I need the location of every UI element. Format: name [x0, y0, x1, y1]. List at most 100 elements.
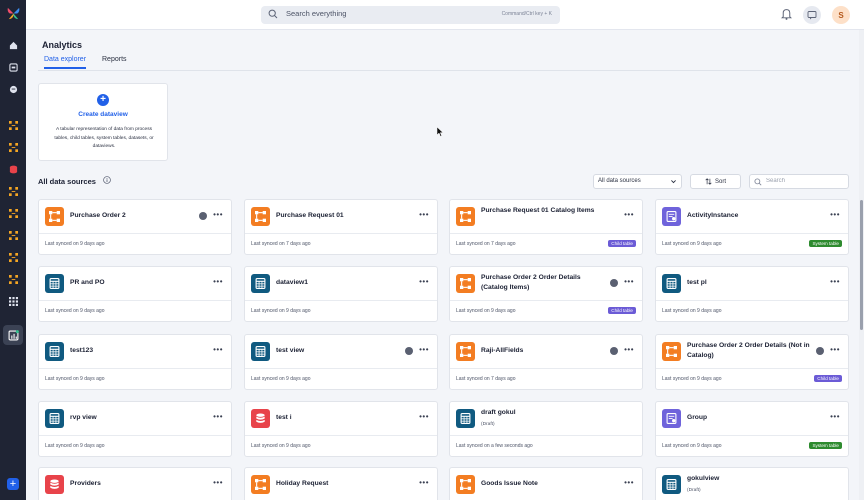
data-source-name[interactable]: Providers — [70, 479, 195, 489]
more-options-icon[interactable]: ••• — [830, 211, 840, 219]
data-source-name[interactable]: test pl — [687, 278, 812, 288]
create-dataview-title: Create dataview — [78, 111, 128, 118]
data-source-name[interactable]: Holiday Request — [276, 479, 401, 489]
card-divider — [656, 300, 848, 301]
data-source-name[interactable]: gokulview — [687, 474, 812, 484]
data-source-card[interactable]: draft gokul (Draft) Last synced on a few s… — [449, 401, 643, 457]
more-options-icon[interactable]: ••• — [213, 346, 223, 354]
data-source-name[interactable]: Purchase Order 2 Order Details (Not in C… — [687, 341, 812, 361]
source-search[interactable] — [749, 174, 849, 189]
card-divider — [656, 233, 848, 234]
sort-button[interactable]: Sort — [690, 174, 741, 189]
more-options-icon[interactable]: ••• — [213, 278, 223, 286]
data-source-card[interactable]: Group ••• Last synced on 9 days ago System … — [655, 401, 849, 457]
source-search-input[interactable] — [766, 178, 846, 184]
data-source-card[interactable]: test i ••• Last synced on 9 days ago — [244, 401, 438, 457]
data-source-card[interactable]: rvp view ••• Last synced on 9 days ago — [38, 401, 232, 457]
messages-button[interactable] — [803, 6, 821, 24]
data-source-card[interactable]: gokulview (Draft) — [655, 467, 849, 500]
chat-bubble-icon[interactable] — [5, 81, 21, 97]
data-source-name[interactable]: Purchase Order 2 Order Details (Catalog … — [481, 273, 606, 293]
last-synced-text: Last synced on 7 days ago — [456, 376, 516, 382]
process-icon[interactable] — [5, 183, 21, 199]
user-avatar[interactable]: S — [832, 6, 850, 24]
more-options-icon[interactable]: ••• — [419, 278, 429, 286]
dashboard-icon[interactable] — [5, 59, 21, 75]
data-source-name[interactable]: rvp view — [70, 413, 195, 423]
data-source-name[interactable]: dataview1 — [276, 278, 401, 288]
data-source-name[interactable]: test i — [276, 413, 401, 423]
data-source-name[interactable]: PR and PO — [70, 278, 195, 288]
more-options-icon[interactable]: ••• — [213, 479, 223, 487]
create-dataview-card[interactable]: + Create dataview A tabular representati… — [38, 83, 168, 161]
more-options-icon[interactable]: ••• — [419, 346, 429, 354]
data-source-card[interactable]: Holiday Request ••• — [244, 467, 438, 500]
data-source-filter[interactable]: All data sources — [593, 174, 682, 189]
dataset-icon[interactable] — [5, 161, 21, 177]
tab-data-explorer[interactable]: Data explorer — [44, 56, 87, 69]
data-source-name[interactable]: ActivityInstance — [687, 211, 812, 221]
top-bar: Search everything Command/Ctrl key + K S — [26, 0, 864, 30]
data-source-name[interactable]: Goods Issue Note — [481, 479, 606, 489]
data-source-card[interactable]: Goods Issue Note ••• — [449, 467, 643, 500]
process-icon — [456, 207, 475, 226]
data-source-card[interactable]: test view ••• Last synced on 9 days ago — [244, 334, 438, 390]
home-icon[interactable] — [5, 37, 21, 53]
data-source-card[interactable]: Purchase Order 2 Order Details (Catalog … — [449, 266, 643, 322]
process-icon — [45, 207, 64, 226]
data-source-card[interactable]: test123 ••• Last synced on 9 days ago — [38, 334, 232, 390]
more-options-icon[interactable]: ••• — [213, 211, 223, 219]
data-source-card[interactable]: Purchase Order 2 Order Details (Not in C… — [655, 334, 849, 390]
more-options-icon[interactable]: ••• — [213, 413, 223, 421]
system-table-icon — [662, 409, 681, 428]
bell-icon[interactable] — [781, 8, 792, 20]
data-source-name[interactable]: Group — [687, 413, 812, 423]
data-source-name[interactable]: Raji-AllFields — [481, 346, 606, 356]
data-source-card[interactable]: Purchase Request 01 ••• Last synced on 7 d… — [244, 199, 438, 255]
analytics-icon[interactable] — [3, 325, 23, 345]
data-source-card[interactable]: Purchase Order 2 ••• Last synced on 9 days… — [38, 199, 232, 255]
more-options-icon[interactable]: ••• — [830, 278, 840, 286]
data-source-card[interactable]: Raji-AllFields ••• Last synced on 7 days a… — [449, 334, 643, 390]
brand-logo[interactable] — [6, 6, 21, 21]
data-source-card[interactable]: test pl ••• Last synced on 9 days ago — [655, 266, 849, 322]
process-icon[interactable] — [5, 249, 21, 265]
data-source-name[interactable]: test123 — [70, 346, 195, 356]
data-source-card[interactable]: ActivityInstance ••• Last synced on 9 days… — [655, 199, 849, 255]
more-options-icon[interactable]: ••• — [624, 479, 634, 487]
data-source-name[interactable]: draft gokul — [481, 408, 606, 418]
more-options-icon[interactable]: ••• — [419, 479, 429, 487]
data-source-name[interactable]: test view — [276, 346, 401, 356]
more-options-icon[interactable]: ••• — [624, 278, 634, 286]
card-divider — [245, 233, 437, 234]
dataview-icon — [456, 409, 475, 428]
more-options-icon[interactable]: ••• — [419, 211, 429, 219]
process-icon[interactable] — [5, 205, 21, 221]
data-source-card[interactable]: Purchase Request 01 Catalog Items ••• Last… — [449, 199, 643, 255]
tab-reports[interactable]: Reports — [102, 56, 127, 67]
process-icon[interactable] — [5, 117, 21, 133]
search-icon — [268, 9, 278, 19]
more-options-icon[interactable]: ••• — [830, 346, 840, 354]
last-synced-text: Last synced on 7 days ago — [456, 241, 516, 247]
data-source-name[interactable]: Purchase Request 01 Catalog Items — [481, 206, 606, 216]
data-source-card[interactable]: Providers ••• — [38, 467, 232, 500]
scrollbar-thumb[interactable] — [860, 200, 863, 330]
data-source-card[interactable]: PR and PO ••• Last synced on 9 days ago — [38, 266, 232, 322]
global-search[interactable]: Search everything Command/Ctrl key + K — [261, 6, 560, 24]
data-source-name[interactable]: Purchase Request 01 — [276, 211, 401, 221]
dataset-icon — [45, 475, 64, 494]
more-options-icon[interactable]: ••• — [624, 346, 634, 354]
data-source-name[interactable]: Purchase Order 2 — [70, 211, 195, 221]
more-options-icon[interactable]: ••• — [419, 413, 429, 421]
process-icon[interactable] — [5, 227, 21, 243]
add-button[interactable]: + — [7, 478, 19, 490]
data-source-card[interactable]: dataview1 ••• Last synced on 9 days ago — [244, 266, 438, 322]
more-options-icon[interactable]: ••• — [624, 211, 634, 219]
process-icon[interactable] — [5, 271, 21, 287]
message-icon — [807, 11, 817, 20]
info-icon[interactable] — [103, 176, 111, 184]
more-options-icon[interactable]: ••• — [830, 413, 840, 421]
process-icon[interactable] — [5, 139, 21, 155]
app-grid-icon[interactable] — [5, 293, 21, 309]
